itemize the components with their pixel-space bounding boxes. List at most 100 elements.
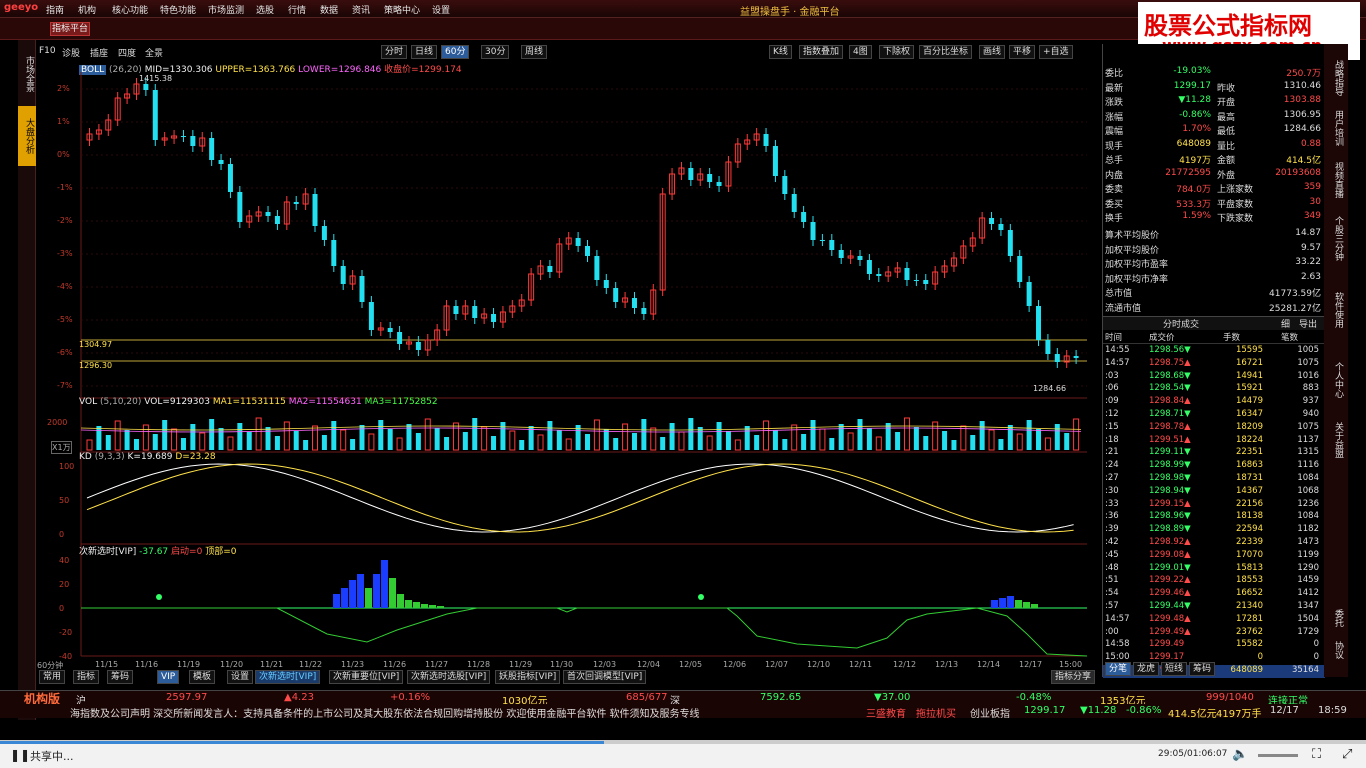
tick-detail-button[interactable]: 细 xyxy=(1281,317,1290,330)
tick-row[interactable]: :30 1298.94▼ 14367 1068 xyxy=(1103,486,1325,499)
tick-row[interactable]: :45 1299.08▲ 17070 1199 xyxy=(1103,550,1325,563)
progress-track[interactable] xyxy=(0,741,1366,744)
menu-item-7[interactable]: 数据 xyxy=(320,3,338,16)
tick-row[interactable]: 14:57 1298.75▲ 16721 1075 xyxy=(1103,358,1325,371)
tick-tab-3[interactable]: 筹码 xyxy=(1189,662,1216,676)
tick-row[interactable]: :15 1298.78▲ 18209 1075 xyxy=(1103,422,1325,435)
stat-row-3: 加权平均市净率 2.63 xyxy=(1103,272,1325,286)
volume-slider[interactable] xyxy=(1258,754,1298,757)
menu-item-9[interactable]: 策略中心 xyxy=(384,3,420,16)
tick-row[interactable]: :54 1299.46▲ 16652 1412 xyxy=(1103,588,1325,601)
tick-row[interactable]: :48 1299.01▼ 15813 1290 xyxy=(1103,563,1325,576)
indicator-share-button[interactable]: 指标分享 xyxy=(1051,670,1096,684)
stat-row-5: 流通市值 25281.27亿 xyxy=(1103,301,1325,315)
menu-item-3[interactable]: 特色功能 xyxy=(160,3,196,16)
news-ticker[interactable]: 海指数及公司声明 深交所新闻发言人：支持具备条件的上市公司及其大股东依法合规回购… xyxy=(70,705,860,720)
quote-value: 648089 xyxy=(1176,138,1211,149)
tick-row[interactable]: 14:55 1298.56▼ 15595 1005 xyxy=(1103,345,1325,358)
right-tab-5[interactable]: 个人中心 xyxy=(1327,354,1345,406)
bottom-tab-10[interactable]: 首次回调模型[VIP] xyxy=(563,670,647,684)
right-tab-3[interactable]: 个股三分钟 xyxy=(1327,212,1345,264)
expand-icon[interactable]: ⤢ xyxy=(1342,747,1352,762)
tick-tab-1[interactable]: 龙虎 xyxy=(1133,662,1160,676)
vip-label[interactable]: 次新选时[VIP] xyxy=(79,547,136,557)
menu-item-8[interactable]: 资讯 xyxy=(352,3,370,16)
menu-item-0[interactable]: 指南 xyxy=(46,3,64,16)
quote-label-2: 昨收 xyxy=(1217,83,1236,94)
tick-tab-2[interactable]: 短线 xyxy=(1161,662,1188,676)
tick-row[interactable]: :18 1299.51▲ 18224 1137 xyxy=(1103,435,1325,448)
menu-item-4[interactable]: 市场监测 xyxy=(208,3,244,16)
vip-y-tick-0: 40 xyxy=(59,556,70,565)
tick-row[interactable]: 14:58 1299.49 15582 0 xyxy=(1103,639,1325,652)
tick-time: :39 xyxy=(1105,524,1119,535)
right-tab-8[interactable]: 协议 xyxy=(1327,636,1345,664)
tab-market-analysis[interactable]: 大盘分析 xyxy=(18,106,36,166)
menu-item-1[interactable]: 机构 xyxy=(78,3,96,16)
bottom-tab-8[interactable]: 次新选时选股[VIP] xyxy=(407,670,491,684)
volume-bar xyxy=(237,423,243,450)
tick-export-button[interactable]: 导出 xyxy=(1299,317,1317,330)
tick-volume: 18731 xyxy=(1235,473,1263,483)
bottom-tab-6[interactable]: 次新选时[VIP] xyxy=(255,670,321,684)
bottom-tab-7[interactable]: 次新重要位[VIP] xyxy=(329,670,404,684)
right-tab-0[interactable]: 战略指导 xyxy=(1327,52,1345,104)
tick-row[interactable]: 14:57 1299.48▲ 17281 1504 xyxy=(1103,614,1325,627)
bottom-tab-3[interactable]: VIP xyxy=(157,670,180,684)
tick-tab-0[interactable]: 分笔 xyxy=(1105,662,1132,676)
quote-value-2: 359 xyxy=(1303,182,1321,192)
right-tab-2[interactable]: 视频直播 xyxy=(1327,154,1345,206)
pause-icon[interactable]: ❚❚ xyxy=(10,748,30,762)
tick-row[interactable]: :42 1298.92▲ 22339 1473 xyxy=(1103,537,1325,550)
bottom-tab-1[interactable]: 指标 xyxy=(73,670,100,684)
kd-label[interactable]: KD xyxy=(79,452,92,462)
vip-bar xyxy=(341,588,348,608)
boll-y-tick-6: -4% xyxy=(57,282,73,291)
bottom-tab-0[interactable]: 常用 xyxy=(39,670,66,684)
menu-item-6[interactable]: 行情 xyxy=(288,3,306,16)
tab-market-overview[interactable]: 市场全景 xyxy=(18,44,36,104)
indicator-platform-tab[interactable]: 指标平台 xyxy=(50,22,90,36)
vol-title: VOL (5,10,20) VOL=9129303 MA1=11531115 M… xyxy=(79,397,438,407)
quote-label: 震幅 xyxy=(1105,127,1124,137)
tick-time: 15:00 xyxy=(1105,652,1130,663)
vol-label[interactable]: VOL xyxy=(79,397,97,407)
menu-item-2[interactable]: 核心功能 xyxy=(112,3,148,16)
kd-title: KD (9,3,3) K=19.689 D=23.28 xyxy=(79,452,216,462)
right-tab-6[interactable]: 关于益盟 xyxy=(1327,414,1345,466)
fullscreen-icon[interactable]: ⛶ xyxy=(1312,747,1321,762)
kd-k-line xyxy=(86,463,1074,533)
menu-item-10[interactable]: 设置 xyxy=(432,3,450,16)
tick-row[interactable]: :03 1298.68▼ 14941 1016 xyxy=(1103,371,1325,384)
tick-row[interactable]: :06 1298.54▼ 15921 883 xyxy=(1103,383,1325,396)
menu-item-5[interactable]: 选股 xyxy=(256,3,274,16)
tick-row[interactable]: :57 1299.44▼ 21340 1347 xyxy=(1103,601,1325,614)
tick-price: 1299.01▼ xyxy=(1149,562,1191,573)
tick-row[interactable]: :51 1299.22▲ 18553 1459 xyxy=(1103,575,1325,588)
tick-row[interactable]: :21 1299.11▼ 22351 1315 xyxy=(1103,447,1325,460)
tick-row[interactable]: :09 1298.84▲ 14479 937 xyxy=(1103,396,1325,409)
tick-row[interactable]: :00 1299.49▲ 23762 1729 xyxy=(1103,627,1325,640)
right-tab-4[interactable]: 软件使用 xyxy=(1327,284,1345,336)
volume-bar xyxy=(819,428,826,451)
tick-row[interactable]: :24 1298.99▼ 16863 1116 xyxy=(1103,460,1325,473)
volume-bar xyxy=(1016,433,1023,451)
tick-row[interactable]: :36 1298.96▼ 18138 1084 xyxy=(1103,511,1325,524)
volume-bar xyxy=(603,429,609,450)
date-label-8: 11/26 xyxy=(383,660,407,669)
right-tab-7[interactable]: 委托 xyxy=(1327,604,1345,632)
bottom-tab-4[interactable]: 模板 xyxy=(189,670,216,684)
ad-link-1[interactable]: 三盛教育 xyxy=(866,705,906,720)
tick-row[interactable]: :33 1299.15▲ 22156 1236 xyxy=(1103,499,1325,512)
tick-row[interactable]: :39 1298.89▼ 22594 1182 xyxy=(1103,524,1325,537)
bottom-tab-2[interactable]: 筹码 xyxy=(107,670,134,684)
chart-area[interactable]: F10 诊股 插座 四度 全景 分时 日线 60分 30分 周线 K线 指数叠加 4图 下除权 百分比坐… xyxy=(37,44,1101,684)
ad-link-2[interactable]: 拖拉机买 xyxy=(916,705,956,720)
tick-row[interactable]: :27 1298.98▼ 18731 1084 xyxy=(1103,473,1325,486)
right-tab-1[interactable]: 用户培训 xyxy=(1327,102,1345,154)
bottom-tab-9[interactable]: 妖股指标[VIP] xyxy=(495,670,561,684)
volume-icon[interactable]: 🔈 xyxy=(1232,747,1248,762)
tick-row[interactable]: :12 1298.71▼ 16347 940 xyxy=(1103,409,1325,422)
bottom-tab-5[interactable]: 设置 xyxy=(227,670,254,684)
volume-bar xyxy=(631,433,637,450)
